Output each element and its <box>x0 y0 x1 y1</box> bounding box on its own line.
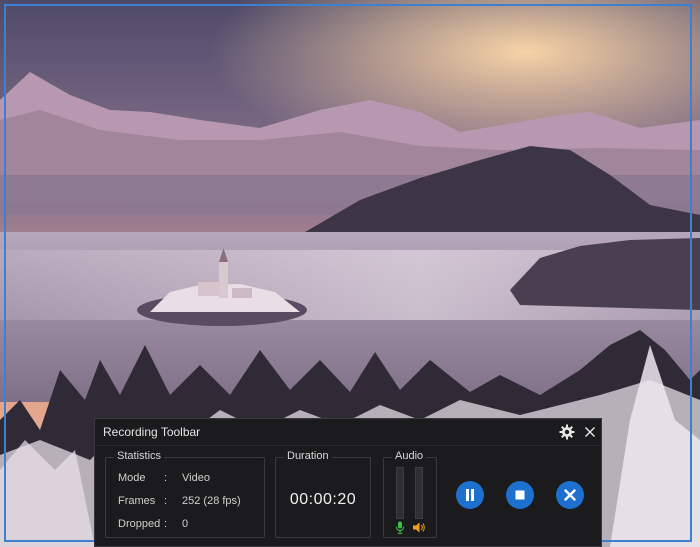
stat-value: 0 <box>182 518 189 530</box>
stat-key: Dropped <box>118 518 161 530</box>
stop-button[interactable] <box>506 481 534 509</box>
audio-label: Audio <box>392 450 427 462</box>
microphone-icon[interactable] <box>395 521 405 534</box>
stat-value: 252 (28 fps) <box>182 495 241 507</box>
duration-panel: Duration 00:00:20 <box>275 450 371 538</box>
pause-icon <box>466 489 474 501</box>
statistics-panel: Statistics Mode : Video Frames : 252 (28… <box>105 450 265 538</box>
recording-toolbar: Recording Toolbar Statistics Mode: Vide… <box>94 418 602 547</box>
stat-key: Frames <box>118 495 156 507</box>
close-icon[interactable] <box>582 424 598 440</box>
microphone-level-meter <box>396 467 404 519</box>
duration-value: 00:00:20 <box>289 491 357 508</box>
speaker-icon[interactable] <box>412 521 426 534</box>
gear-icon[interactable] <box>559 424 575 440</box>
toolbar-title: Recording Toolbar <box>103 425 201 439</box>
stat-separator: : <box>164 495 168 507</box>
stat-key: Mode <box>118 472 146 484</box>
stat-separator: : <box>164 518 168 530</box>
stop-icon <box>515 490 525 500</box>
toolbar-header[interactable]: Recording Toolbar <box>95 419 601 446</box>
duration-label: Duration <box>284 450 332 462</box>
speaker-level-meter <box>415 467 423 519</box>
stat-separator: : <box>164 472 168 484</box>
audio-panel: Audio <box>383 450 437 538</box>
stat-value: Video <box>182 472 210 484</box>
statistics-label: Statistics <box>114 450 165 462</box>
cancel-icon <box>564 489 576 501</box>
cancel-button[interactable] <box>556 481 584 509</box>
pause-button[interactable] <box>456 481 484 509</box>
